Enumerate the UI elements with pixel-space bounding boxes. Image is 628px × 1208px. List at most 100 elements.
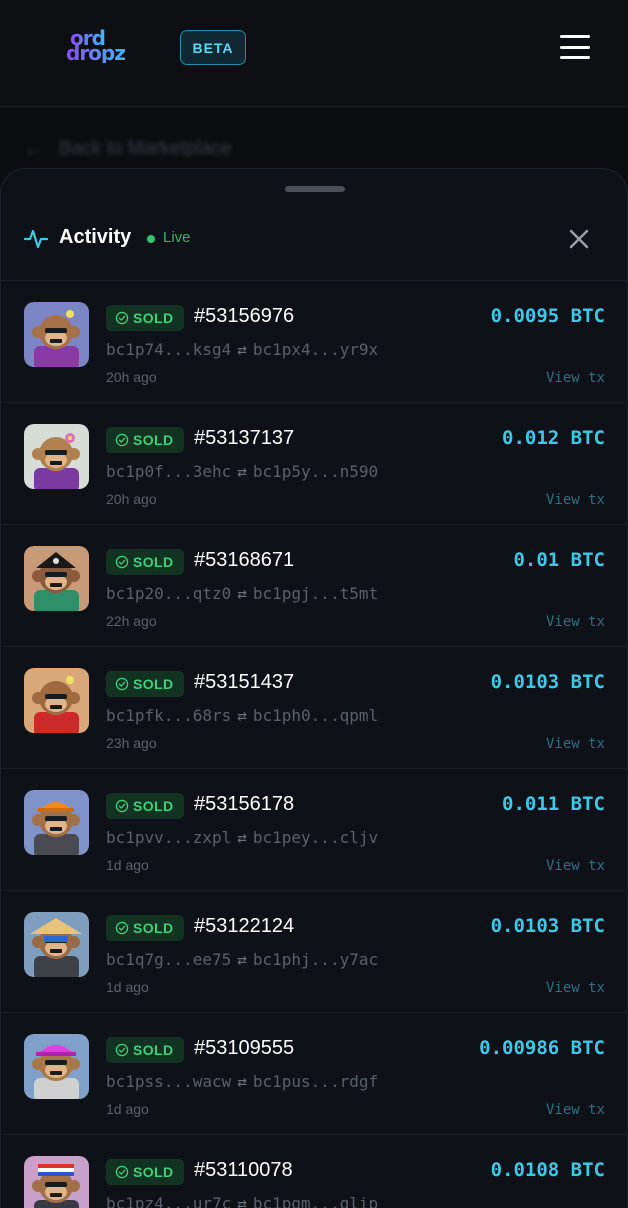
view-tx-link[interactable]: View tx [546,492,605,508]
view-tx-link[interactable]: View tx [546,370,605,386]
activity-row[interactable]: SOLD #53156178 0.011 BTC bc1pvv...zxpl ⇄ bc1p… [1,769,627,891]
nft-avatar[interactable] [24,1156,89,1208]
sale-price: 0.0108 BTC [490,1159,605,1181]
seller-address[interactable]: bc1pz4...ur7c [106,1194,231,1208]
monkey-avatar-image [32,802,80,855]
sale-timestamp: 1d ago [106,979,149,995]
buyer-address[interactable]: bc1phj...y7ac [253,950,378,969]
check-circle-icon [115,921,129,935]
seller-address[interactable]: bc1p74...ksg4 [106,340,231,359]
inscription-id[interactable]: #53137137 [194,427,294,450]
activity-row[interactable]: SOLD #53137137 0.012 BTC bc1p0f...3ehc ⇄ bc1p… [1,403,627,525]
seller-address[interactable]: bc1p0f...3ehc [106,462,231,481]
sale-price: 0.0103 BTC [490,671,605,693]
nft-avatar[interactable] [24,790,89,855]
back-to-marketplace-link[interactable]: ← Back to Marketplace [24,138,231,160]
check-circle-icon [115,1043,129,1057]
view-tx-link[interactable]: View tx [546,614,605,630]
close-icon[interactable] [567,227,591,251]
address-pair: bc1pz4...ur7c ⇄ bc1pgm...qlip [106,1194,378,1208]
check-circle-icon [115,799,129,813]
monkey-avatar-image [32,552,80,611]
address-pair: bc1pvv...zxpl ⇄ bc1pey...cljv [106,828,378,847]
buyer-address[interactable]: bc1pey...cljv [253,828,378,847]
address-pair: bc1pss...wacw ⇄ bc1pus...rdgf [106,1072,378,1091]
nft-avatar[interactable] [24,302,89,367]
view-tx-link[interactable]: View tx [546,736,605,752]
activity-row[interactable]: SOLD #53110078 0.0108 BTC bc1pz4...ur7c ⇄ bc1… [1,1135,627,1208]
seller-address[interactable]: bc1pfk...68rs [106,706,231,725]
status-label: SOLD [133,920,174,936]
seller-address[interactable]: bc1p20...qtz0 [106,584,231,603]
view-tx-link[interactable]: View tx [546,858,605,874]
transfer-arrows-icon: ⇄ [237,462,247,481]
inscription-id[interactable]: #53110078 [194,1159,293,1182]
nft-avatar[interactable] [24,424,89,489]
seller-address[interactable]: bc1q7g...ee75 [106,950,231,969]
nft-avatar[interactable] [24,1034,89,1099]
transfer-arrows-icon: ⇄ [237,1194,247,1208]
monkey-avatar-image [32,433,80,489]
monkey-avatar-image [32,1045,80,1099]
sale-timestamp: 1d ago [106,857,149,873]
status-label: SOLD [133,1042,174,1058]
seller-address[interactable]: bc1pvv...zxpl [106,828,231,847]
monkey-avatar-image [30,918,82,977]
menu-bar [560,35,590,38]
buyer-address[interactable]: bc1pgm...qlip [253,1194,378,1208]
beta-badge: BETA [180,30,246,65]
buyer-address[interactable]: bc1pgj...t5mt [253,584,378,603]
hamburger-menu-icon[interactable] [560,32,590,62]
check-circle-icon [115,555,129,569]
live-indicator-dot [147,235,155,243]
nft-avatar[interactable] [24,546,89,611]
activity-row[interactable]: SOLD #53122124 0.0103 BTC bc1q7g...ee75 ⇄ bc1… [1,891,627,1013]
transfer-arrows-icon: ⇄ [237,950,247,969]
address-pair: bc1p74...ksg4 ⇄ bc1px4...yr9x [106,340,378,359]
sold-status-badge: SOLD [106,305,184,331]
buyer-address[interactable]: bc1px4...yr9x [253,340,378,359]
transfer-arrows-icon: ⇄ [237,584,247,603]
activity-row[interactable]: SOLD #53156976 0.0095 BTC bc1p74...ksg4 ⇄ bc1… [1,281,627,403]
monkey-avatar-image [32,1164,80,1208]
sold-status-badge: SOLD [106,427,184,453]
sale-price: 0.011 BTC [502,793,605,815]
inscription-id[interactable]: #53156178 [194,793,294,816]
view-tx-link[interactable]: View tx [546,980,605,996]
status-label: SOLD [133,676,174,692]
ord-dropz-logo[interactable]: ord dropz [66,28,128,70]
activity-pulse-icon [24,229,48,249]
monkey-avatar-image [32,310,80,367]
top-navigation-bar: ord dropz BETA [0,0,628,107]
menu-bar [560,45,590,49]
menu-bar [560,56,590,59]
seller-address[interactable]: bc1pss...wacw [106,1072,231,1091]
inscription-id[interactable]: #53122124 [194,915,294,938]
nft-avatar[interactable] [24,668,89,733]
buyer-address[interactable]: bc1p5y...n590 [253,462,378,481]
back-arrow-icon: ← [24,138,43,159]
inscription-id[interactable]: #53168671 [194,549,294,572]
check-circle-icon [115,677,129,691]
buyer-address[interactable]: bc1ph0...qpml [253,706,378,725]
view-tx-link[interactable]: View tx [546,1102,605,1118]
activity-row[interactable]: SOLD #53168671 0.01 BTC bc1p20...qtz0 ⇄ bc1pg… [1,525,627,647]
activity-row[interactable]: SOLD #53151437 0.0103 BTC bc1pfk...68rs ⇄ bc1… [1,647,627,769]
activity-row[interactable]: SOLD #53109555 0.00986 BTC bc1pss...wacw ⇄ bc… [1,1013,627,1135]
sold-status-badge: SOLD [106,915,184,941]
activity-bottom-sheet: Activity Live SOLD #53156976 0.0095 BTC bc1… [0,168,628,1208]
sale-price: 0.01 BTC [513,549,605,571]
inscription-id[interactable]: #53156976 [194,305,294,328]
transfer-arrows-icon: ⇄ [237,1072,247,1091]
buyer-address[interactable]: bc1pus...rdgf [253,1072,378,1091]
status-label: SOLD [133,1164,174,1180]
sale-timestamp: 23h ago [106,735,157,751]
sale-price: 0.0095 BTC [490,305,605,327]
sold-status-badge: SOLD [106,549,184,575]
nft-avatar[interactable] [24,912,89,977]
drag-handle[interactable] [285,186,345,192]
inscription-id[interactable]: #53151437 [194,671,294,694]
sale-timestamp: 1d ago [106,1101,149,1117]
monkey-avatar-image [32,676,80,733]
inscription-id[interactable]: #53109555 [194,1037,294,1060]
